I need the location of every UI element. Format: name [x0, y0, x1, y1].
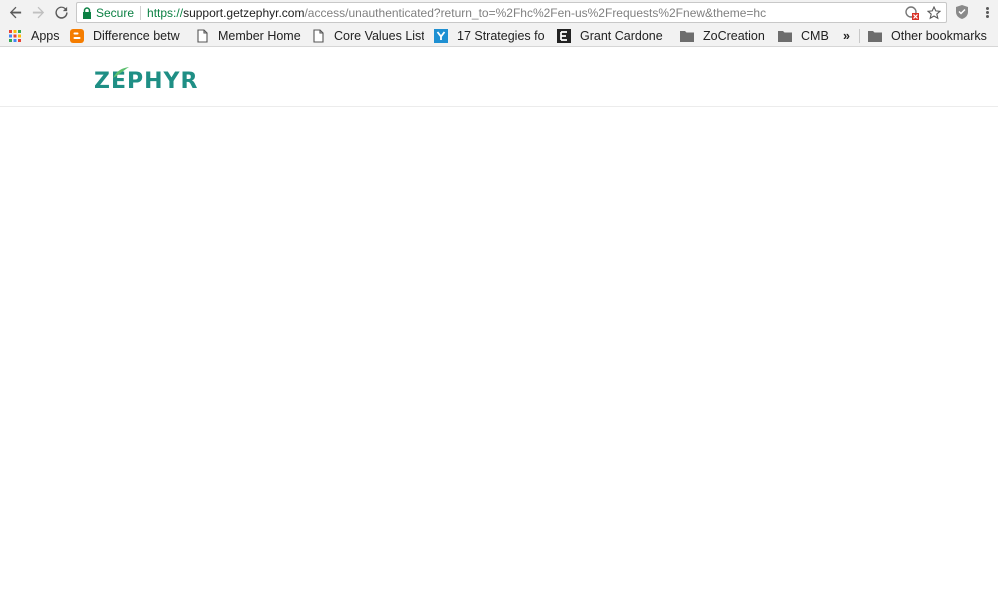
bookmark-label: CMB: [801, 29, 829, 43]
page-content: [0, 108, 998, 613]
bookmark-difference[interactable]: Difference betw: [70, 25, 183, 47]
folder-icon: [868, 29, 882, 43]
bookmark-label: Other bookmarks: [891, 29, 987, 43]
omnibox-divider: [140, 5, 142, 20]
bookmark-zocreation[interactable]: ZoCreation: [680, 25, 765, 47]
omnibox-actions: [904, 5, 942, 21]
bookmark-label: Core Values List: [334, 29, 424, 43]
address-bar[interactable]: Secure https://support.getzephyr.com/acc…: [76, 2, 947, 23]
arrow-left-icon: [9, 6, 21, 18]
bookmark-grant-cardone[interactable]: Grant Cardone -: [557, 25, 666, 47]
y-icon: [434, 29, 448, 43]
bookmark-label: Member Home: [218, 29, 301, 43]
reload-button[interactable]: [50, 1, 72, 23]
bookmarks-overflow-button[interactable]: »: [843, 25, 850, 47]
bookmark-label: Difference betw: [93, 29, 180, 43]
url-host: support.getzephyr.com: [183, 5, 305, 20]
bookmark-other[interactable]: Other bookmarks: [868, 25, 987, 47]
back-button[interactable]: [4, 1, 26, 23]
logo-text: ZEPHYR: [94, 68, 199, 94]
folder-icon: [778, 29, 792, 43]
site-header: ZEPHYR: [0, 48, 998, 107]
zephyr-logo[interactable]: ZEPHYR: [94, 67, 199, 94]
bookmark-label: ZoCreation: [703, 29, 765, 43]
bookmark-label: Apps: [31, 29, 60, 43]
bookmark-label: 17 Strategies fo: [457, 29, 545, 43]
leaf-accent-icon: [113, 67, 129, 78]
e-icon: [557, 29, 571, 43]
reload-icon: [54, 6, 68, 19]
bookmark-core-values[interactable]: Core Values List: [311, 25, 424, 47]
bookmarks-divider: [859, 29, 860, 43]
blogger-icon: [70, 29, 84, 43]
bookmark-star-icon[interactable]: [926, 5, 942, 21]
bookmark-cmb[interactable]: CMB: [778, 25, 829, 47]
bookmark-label: »: [843, 29, 850, 43]
apps-grid-icon: [8, 29, 22, 43]
bookmark-17-strategies[interactable]: 17 Strategies fo: [434, 25, 547, 47]
forward-button[interactable]: [27, 1, 49, 23]
folder-icon: [680, 29, 694, 43]
lock-icon: [81, 6, 93, 19]
url-scheme: https://: [147, 5, 184, 20]
shield-extension-icon[interactable]: [954, 4, 970, 20]
page-icon: [311, 29, 325, 43]
bookmark-apps[interactable]: Apps: [8, 25, 60, 47]
browser-menu-icon[interactable]: [982, 4, 992, 20]
bookmark-label: Grant Cardone -: [580, 29, 666, 43]
arrow-right-icon: [32, 6, 44, 18]
blocked-content-icon[interactable]: [904, 5, 920, 21]
browser-toolbar: Secure https://support.getzephyr.com/acc…: [0, 0, 998, 25]
bookmarks-bar: Apps Difference betw Member Home Core Va…: [0, 25, 998, 47]
page-icon: [195, 29, 209, 43]
bookmark-member-home[interactable]: Member Home: [195, 25, 301, 47]
url-path: /access/unauthenticated?return_to=%2Fhc%…: [304, 5, 767, 20]
secure-label: Secure: [96, 5, 135, 20]
